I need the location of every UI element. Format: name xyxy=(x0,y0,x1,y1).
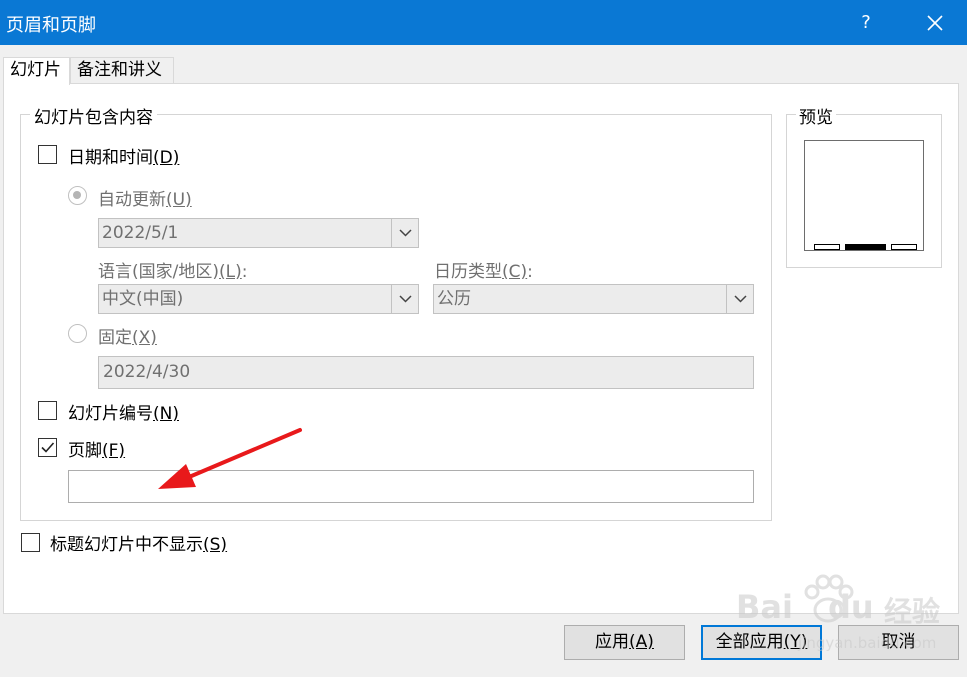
close-button[interactable] xyxy=(920,8,950,38)
fixed-label[interactable]: 固定(X) xyxy=(98,323,157,348)
window-title: 页眉和页脚 xyxy=(6,15,96,36)
preview-date-placeholder xyxy=(814,244,840,250)
auto-update-label[interactable]: 自动更新(U) xyxy=(98,185,192,210)
date-format-value: 2022/5/1 xyxy=(102,223,179,243)
language-dropdown[interactable]: 中文(中国) xyxy=(98,284,419,314)
close-icon xyxy=(927,15,943,31)
radio-selected-dot xyxy=(73,191,81,199)
dropdown-arrow[interactable] xyxy=(726,285,753,313)
date-time-checkbox[interactable] xyxy=(38,145,57,164)
group-label: 幻灯片包含内容 xyxy=(30,103,157,128)
fixed-date-input[interactable]: 2022/4/30 xyxy=(98,356,754,389)
language-label: 语言(国家/地区)(L): xyxy=(98,262,248,282)
hide-on-title-slide-label[interactable]: 标题幻灯片中不显示(S) xyxy=(50,530,227,555)
apply-button[interactable]: 应用(A) xyxy=(564,625,685,660)
date-time-label[interactable]: 日期和时间(D) xyxy=(68,143,179,168)
help-button[interactable]: ? xyxy=(854,9,878,37)
check-icon xyxy=(41,442,55,453)
footer-label[interactable]: 页脚(F) xyxy=(68,436,125,461)
calendar-value: 公历 xyxy=(437,289,471,309)
preview-label: 预览 xyxy=(796,103,836,128)
calendar-type-label: 日历类型(C): xyxy=(434,262,533,282)
tab-notes-handouts[interactable]: 备注和讲义 xyxy=(70,57,174,84)
title-bar: 页眉和页脚 ? xyxy=(0,0,967,45)
annotation-arrow-icon xyxy=(158,428,302,489)
apply-all-button[interactable]: 全部应用(Y) xyxy=(701,625,822,660)
language-value: 中文(中国) xyxy=(102,289,184,309)
cancel-button[interactable]: 取消 xyxy=(838,625,959,660)
preview-footer-placeholder xyxy=(845,244,886,250)
chevron-down-icon xyxy=(399,229,412,237)
dropdown-arrow[interactable] xyxy=(391,285,418,313)
chevron-down-icon xyxy=(399,295,412,303)
date-format-dropdown[interactable]: 2022/5/1 xyxy=(98,218,419,248)
hide-on-title-slide-checkbox[interactable] xyxy=(21,533,40,552)
preview-slide-thumbnail xyxy=(804,140,924,251)
auto-update-radio[interactable] xyxy=(68,186,87,205)
tab-slide[interactable]: 幻灯片 xyxy=(3,57,70,85)
footer-checkbox[interactable] xyxy=(38,438,57,457)
slide-number-checkbox[interactable] xyxy=(38,401,57,420)
fixed-radio[interactable] xyxy=(68,324,87,343)
include-on-slide-group xyxy=(20,114,772,521)
chevron-down-icon xyxy=(734,295,747,303)
preview-number-placeholder xyxy=(891,244,917,250)
calendar-type-dropdown[interactable]: 公历 xyxy=(433,284,754,314)
dropdown-arrow[interactable] xyxy=(391,219,418,247)
